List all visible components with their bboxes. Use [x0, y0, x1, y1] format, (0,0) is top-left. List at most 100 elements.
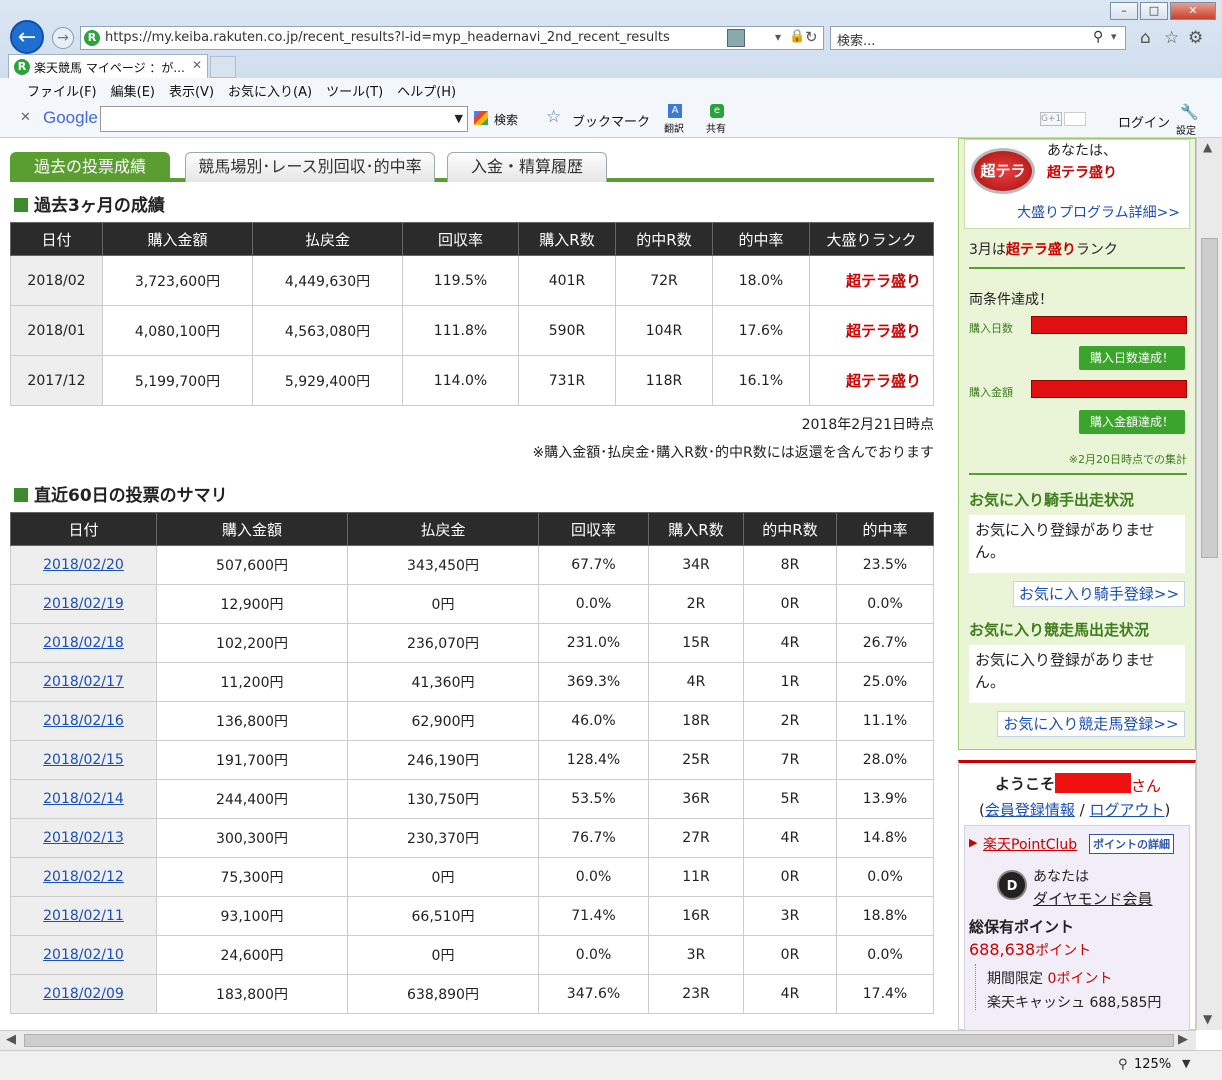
col-header: 日付 [10, 222, 103, 256]
url-text: https://my.keiba.rakuten.co.jp/recent_re… [105, 30, 670, 45]
tab-close-icon[interactable]: ✕ [192, 58, 202, 72]
table-cell: 114.0% [402, 355, 519, 406]
back-button[interactable]: ← [10, 20, 44, 54]
gplus-button[interactable]: G+1 [1040, 112, 1062, 126]
tally-note: ※2月20日時点での集計 [969, 451, 1187, 475]
date-cell: 2018/02/14 [10, 779, 157, 819]
point-detail-button[interactable]: ポイントの詳細 [1089, 834, 1174, 854]
date-link[interactable]: 2018/02/12 [43, 869, 124, 885]
date-link[interactable]: 2018/02/15 [43, 752, 124, 768]
gear-icon[interactable]: ⚙ [1188, 28, 1203, 48]
table-cell: 23.5% [836, 545, 934, 585]
table-cell: 5,929,400円 [252, 355, 403, 406]
tab-course-race-rates[interactable]: 競馬場別･レース別回収･的中率 [185, 152, 435, 182]
date-link[interactable]: 2018/02/18 [43, 635, 124, 651]
scroll-left-icon[interactable]: ◀ [6, 1032, 16, 1047]
member-rank-link[interactable]: ダイヤモンド会員 [1033, 888, 1153, 909]
vertical-scroll-thumb[interactable] [1201, 238, 1218, 558]
date-link[interactable]: 2018/02/09 [43, 986, 124, 1002]
horizontal-scroll-thumb[interactable] [24, 1034, 1174, 1047]
you-are-label: あなたは [1033, 869, 1089, 885]
cash-label: 楽天キャッシュ [987, 995, 1085, 1011]
date-link[interactable]: 2018/02/14 [43, 791, 124, 807]
address-bar[interactable]: R https://my.keiba.rakuten.co.jp/recent_… [80, 26, 824, 50]
maximize-button[interactable]: □ [1140, 2, 1168, 20]
minimize-button[interactable]: – [1110, 2, 1138, 20]
table-cell: 18.8% [836, 896, 934, 936]
chevron-down-icon[interactable]: ▼ [455, 112, 463, 125]
tab-past-results[interactable]: 過去の投票成績 [10, 152, 170, 182]
date-link[interactable]: 2018/02/17 [43, 674, 124, 690]
horse-register-button[interactable]: お気に入り競走馬登録>> [997, 711, 1185, 737]
table-cell: 11.1% [836, 701, 934, 741]
table-cell: 36R [648, 779, 744, 819]
toolbar-close-icon[interactable]: ✕ [20, 110, 31, 125]
menu-tools[interactable]: ツール(T) [326, 81, 383, 100]
new-tab-button[interactable] [210, 56, 236, 78]
logout-link[interactable]: ログアウト [1089, 801, 1164, 819]
menu-favorites[interactable]: お気に入り(A) [228, 81, 312, 100]
dropdown-arrow-icon[interactable]: ▾ [775, 30, 781, 44]
chevron-down-icon[interactable]: ▾ [1111, 30, 1117, 43]
date-link[interactable]: 2018/02/16 [43, 713, 124, 729]
scroll-right-icon[interactable]: ▶ [1178, 1032, 1188, 1047]
lock-icon[interactable]: 🔒 [789, 29, 805, 44]
table-row: 2018/02/17 11,200円 41,360円 369.3% 4R 1R 25.0% [10, 662, 934, 702]
point-club-link[interactable]: 楽天PointClub [983, 834, 1077, 854]
status-bar: ⚲ 125% ▼ [0, 1050, 1222, 1080]
menu-help[interactable]: ヘルプ(H) [397, 81, 456, 100]
table-cell: 66,510円 [347, 896, 539, 936]
menu-view[interactable]: 表示(V) [169, 81, 214, 100]
home-icon[interactable]: ⌂ [1140, 28, 1151, 48]
bookmark-button[interactable]: ブックマーク [572, 111, 650, 130]
member-info-link[interactable]: 会員登録情報 [985, 801, 1075, 819]
horizontal-scrollbar[interactable]: ◀ ▶ [0, 1030, 1196, 1050]
table-cell: 25R [648, 740, 744, 780]
table-cell: 0.0% [836, 584, 934, 624]
close-window-button[interactable]: ✕ [1170, 2, 1216, 20]
tab-deposit-history[interactable]: 入金・精算履歴 [447, 152, 607, 182]
date-link[interactable]: 2018/02/19 [43, 596, 124, 612]
date-cell: 2018/02/15 [10, 740, 157, 780]
bookmark-star-icon[interactable]: ☆ [546, 107, 561, 127]
search-icon[interactable]: ⚲ [1093, 29, 1103, 45]
table-cell: 246,190円 [347, 740, 539, 780]
limited-points: 期間限定 0ポイント [987, 968, 1112, 988]
table-cell: 4R [743, 623, 837, 663]
date-link[interactable]: 2018/02/11 [43, 908, 124, 924]
date-cell: 2018/02/11 [10, 896, 157, 936]
amount-progress-bar [1031, 380, 1187, 398]
date-link[interactable]: 2018/02/10 [43, 947, 124, 963]
google-search-input[interactable]: ▼ [100, 106, 468, 132]
date-link[interactable]: 2018/02/13 [43, 830, 124, 846]
google-toolbar: ✕ Google ▼ 検索 ☆ ブックマーク A 翻訳 e 共有 G+1 ログイ… [0, 100, 1222, 138]
table-cell: 0.0% [836, 857, 934, 897]
scroll-down-icon[interactable]: ▼ [1203, 1012, 1212, 1026]
table-cell: 34R [648, 545, 744, 585]
program-detail-link[interactable]: 大盛りプログラム詳細>> [1017, 202, 1180, 222]
toolbar-search-button[interactable]: 検索 [494, 111, 518, 128]
total-points: 688,638ポイント [969, 940, 1091, 960]
menu-edit[interactable]: 編集(E) [111, 81, 155, 100]
share-button[interactable]: 共有 [706, 120, 726, 135]
zoom-dropdown-icon[interactable]: ▼ [1182, 1057, 1190, 1070]
browser-tab[interactable]: R 楽天競馬 マイページ ：が... ✕ [8, 54, 208, 78]
table-row: 2018/02/12 75,300円 0円 0.0% 11R 0R 0.0% [10, 857, 934, 897]
compat-view-icon[interactable] [727, 29, 745, 47]
table-cell: 8R [743, 545, 837, 585]
vertical-scrollbar[interactable]: ▲ ▼ [1196, 138, 1222, 1030]
date-link[interactable]: 2018/02/20 [43, 557, 124, 573]
menu-file[interactable]: ファイル(F) [27, 81, 97, 100]
zoom-level[interactable]: 125% [1134, 1057, 1171, 1072]
forward-button[interactable]: → [52, 27, 74, 49]
google-search-icon[interactable] [474, 111, 488, 125]
scroll-up-icon[interactable]: ▲ [1203, 140, 1212, 154]
settings-button[interactable]: 設定 [1176, 122, 1196, 137]
favorites-star-icon[interactable]: ☆ [1164, 28, 1179, 48]
jockey-register-button[interactable]: お気に入り騎手登録>> [1013, 581, 1185, 607]
refresh-icon[interactable]: ↻ [805, 28, 818, 46]
translate-button[interactable]: 翻訳 [664, 120, 684, 135]
login-button[interactable]: ログイン [1118, 112, 1170, 131]
browser-search-box[interactable]: 検索... ⚲ ▾ [830, 26, 1126, 50]
horse-title: お気に入り競走馬出走状況 [969, 621, 1150, 639]
